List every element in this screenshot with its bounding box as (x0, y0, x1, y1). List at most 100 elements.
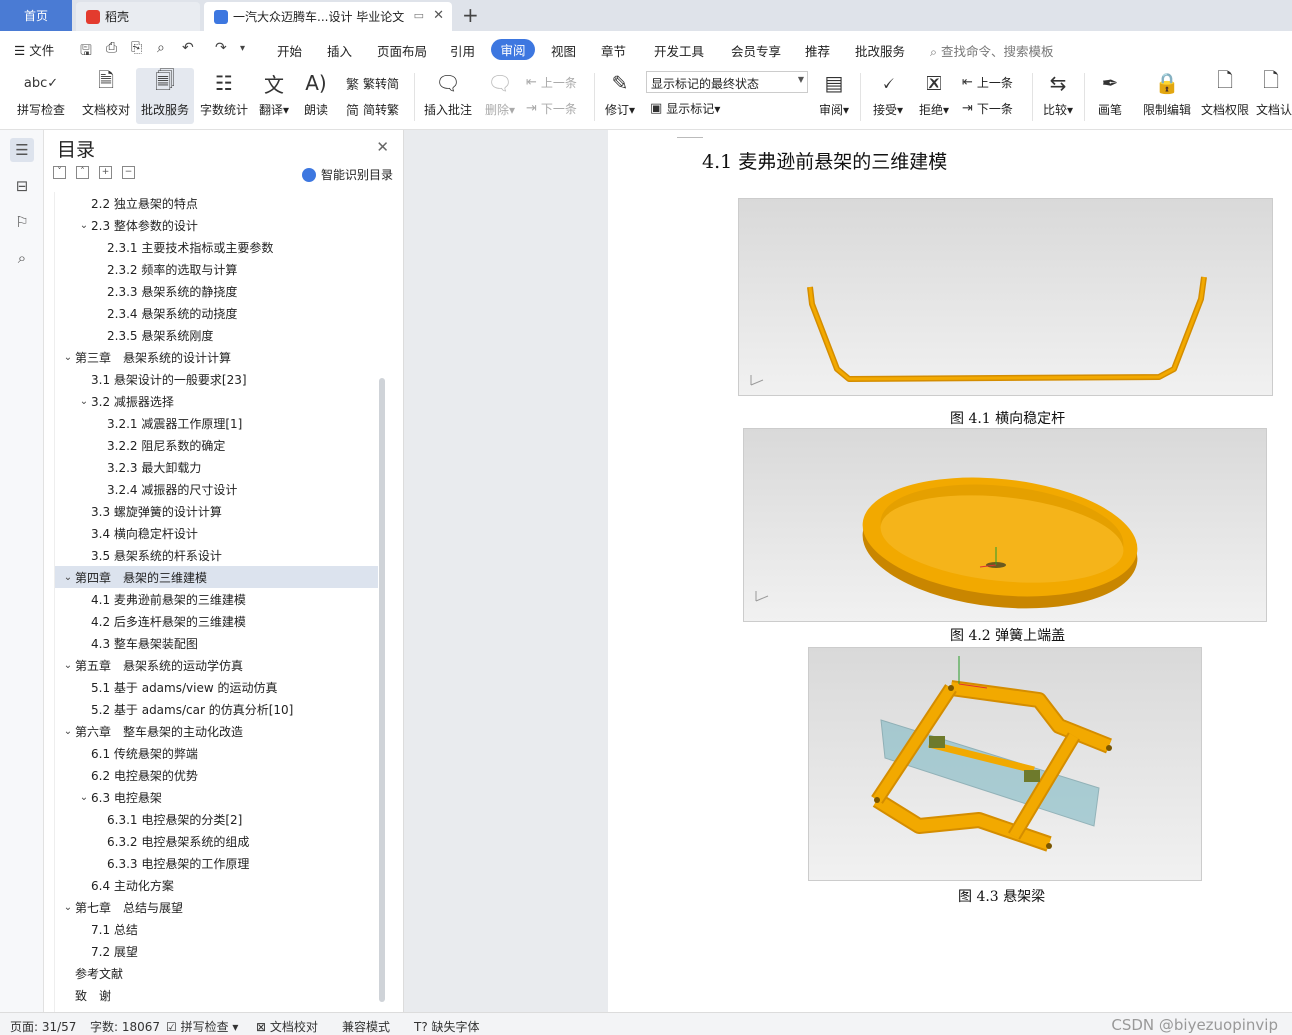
insert-comment-button[interactable]: 🗨 插入批注 (420, 68, 476, 124)
smart-toc-button[interactable]: 智能识别目录 (301, 166, 393, 183)
doc-proof-status[interactable]: ⊠ 文档校对 (256, 1018, 318, 1035)
tab-document[interactable]: 一汽大众迈腾车...设计 毕业论文 ▭ ✕ (204, 2, 452, 31)
redo-icon[interactable]: ↷ (215, 40, 227, 56)
missing-font-status[interactable]: T? 缺失字体 (414, 1018, 480, 1035)
menu-member[interactable]: 会员专享 (731, 41, 781, 60)
compare-button[interactable]: ⇆ 比较▾ (1038, 68, 1078, 124)
menu-recommend[interactable]: 推荐 (805, 41, 830, 60)
chapter-nav-icon[interactable]: ⊟ (10, 174, 34, 198)
toc-item[interactable]: 2.3.1 主要技术指标或主要参数 (55, 236, 378, 258)
toc-item[interactable]: 7.2 展望 (55, 940, 378, 962)
chevron-down-icon[interactable]: ⌄ (61, 352, 75, 363)
delete-comment-button[interactable]: 🗨 删除▾ (480, 68, 520, 124)
toc-item[interactable]: 6.3.2 电控悬架系统的组成 (55, 830, 378, 852)
close-icon[interactable]: ✕ (376, 138, 389, 156)
toc-item[interactable]: 6.1 传统悬架的弊端 (55, 742, 378, 764)
toc-item[interactable]: ⌄ 第三章 悬架系统的设计计算 (55, 346, 378, 368)
toc-item[interactable]: 5.1 基于 adams/view 的运动仿真 (55, 676, 378, 698)
prev-comment-button[interactable]: ⇤ 上一条 (526, 74, 577, 91)
save-icon[interactable]: 🖫 (80, 40, 92, 64)
toc-item[interactable]: ⌄ 第四章 悬架的三维建模 (55, 566, 378, 588)
reject-button[interactable]: 🗷 拒绝▾ (914, 68, 954, 124)
spell-check-status[interactable]: ☑ 拼写检查 ▾ (166, 1018, 238, 1035)
toc-item[interactable]: ⌄ 第七章 总结与展望 (55, 896, 378, 918)
chevron-down-icon[interactable]: ⌄ (77, 792, 91, 803)
simp-to-trad-button[interactable]: 简简转繁 (346, 100, 399, 119)
toc-item[interactable]: 2.2 独立悬架的特点 (55, 192, 378, 214)
export-icon[interactable]: ⎙ (106, 40, 117, 56)
pen-button[interactable]: ✒ 画笔 (1092, 68, 1128, 124)
toc-item[interactable]: 4.1 麦弗逊前悬架的三维建模 (55, 588, 378, 610)
toc-item[interactable]: 2.3.2 频率的选取与计算 (55, 258, 378, 280)
next-change-button[interactable]: ⇥ 下一条 (962, 100, 1013, 117)
spell-check-button[interactable]: abc✓ 拼写检查 (10, 68, 72, 124)
toc-item[interactable]: 7.1 总结 (55, 918, 378, 940)
toc-item[interactable]: ⌄ 2.3 整体参数的设计 (55, 214, 378, 236)
toc-item[interactable]: 3.2.1 减震器工作原理[1] (55, 412, 378, 434)
markup-state-select[interactable]: 显示标记的最终状态 ▼ (646, 71, 808, 93)
file-menu[interactable]: ☰ 文件 (14, 40, 54, 59)
remove-level-icon[interactable]: − (122, 166, 135, 179)
toc-item[interactable]: 6.3.1 电控悬架的分类[2] (55, 808, 378, 830)
command-search[interactable]: ⌕ 查找命令、搜索模板 (930, 41, 1054, 60)
toc-item[interactable]: 3.5 悬架系统的杆系设计 (55, 544, 378, 566)
chevron-down-icon[interactable]: ⌄ (61, 902, 75, 913)
tab-daoke[interactable]: 稻壳 (76, 2, 200, 31)
figure-suspension-beam[interactable] (808, 647, 1202, 881)
toc-item[interactable]: 6.3.3 电控悬架的工作原理 (55, 852, 378, 874)
page-indicator[interactable]: 页面: 31/57 (10, 1018, 76, 1035)
toc-item[interactable]: ⌄ 6.3 电控悬架 (55, 786, 378, 808)
toc-panel-icon[interactable]: ☰ (10, 138, 34, 162)
toc-scrollbar[interactable] (379, 378, 385, 1002)
prev-change-button[interactable]: ⇤ 上一条 (962, 74, 1013, 91)
toc-item[interactable]: 4.2 后多连杆悬架的三维建模 (55, 610, 378, 632)
toc-item[interactable]: 参考文献 (55, 962, 378, 984)
print-icon[interactable]: ⎘ (131, 40, 142, 56)
menu-section[interactable]: 章节 (601, 41, 626, 60)
translate-button[interactable]: 文 翻译▾ (254, 68, 294, 124)
trad-to-simp-button[interactable]: 繁繁转简 (346, 74, 399, 93)
toc-item[interactable]: 3.4 横向稳定杆设计 (55, 522, 378, 544)
word-count-status[interactable]: 字数: 18067 (90, 1018, 160, 1035)
toc-item[interactable]: ⌄ 3.2 减振器选择 (55, 390, 378, 412)
chevron-down-icon[interactable]: ⌄ (61, 726, 75, 737)
search-icon[interactable]: ⌕ (10, 246, 34, 270)
chevron-down-icon[interactable]: ⌄ (61, 660, 75, 671)
doc-permission-button[interactable]: 🗋 文档权限 (1198, 68, 1252, 124)
menu-reference[interactable]: 引用 (450, 41, 475, 60)
correct-service-button[interactable]: 🗐 批改服务 (136, 68, 194, 124)
toc-item[interactable]: ⌄ 第六章 整车悬架的主动化改造 (55, 720, 378, 742)
bookmark-icon[interactable]: ⚐ (10, 210, 34, 234)
show-markup-button[interactable]: ▣ 显示标记 ▾ (650, 100, 720, 117)
toc-item[interactable]: 3.2.2 阻尼系数的确定 (55, 434, 378, 456)
menu-start[interactable]: 开始 (277, 41, 302, 60)
restrict-edit-button[interactable]: 🔒 限制编辑 (1140, 68, 1194, 124)
doc-cert-button[interactable]: 🗋 文档认 (1256, 68, 1292, 124)
menu-correct[interactable]: 批改服务 (855, 41, 905, 60)
close-tab-icon[interactable]: ✕ (433, 8, 444, 23)
toc-item[interactable]: 4.3 整车悬架装配图 (55, 632, 378, 654)
undo-icon[interactable]: ↶ (182, 40, 194, 56)
toc-item[interactable]: 3.3 螺旋弹簧的设计计算 (55, 500, 378, 522)
figure-spring-cap[interactable] (743, 428, 1267, 622)
tab-home[interactable]: 首页 (0, 0, 72, 31)
review-pane-button[interactable]: ▤ 审阅▾ (816, 68, 852, 124)
figure-anti-roll-bar[interactable] (738, 198, 1273, 396)
menu-devtools[interactable]: 开发工具 (654, 41, 704, 60)
toc-item[interactable]: 6.2 电控悬架的优势 (55, 764, 378, 786)
toc-item[interactable]: 3.1 悬架设计的一般要求[23] (55, 368, 378, 390)
chevron-down-icon[interactable]: ⌄ (61, 572, 75, 583)
doc-proof-button[interactable]: 🗎 文档校对 (78, 68, 134, 124)
toc-item[interactable]: 致 谢 (55, 984, 378, 1006)
new-tab-button[interactable]: + (462, 3, 479, 27)
toc-item[interactable]: 5.2 基于 adams/car 的仿真分析[10] (55, 698, 378, 720)
revise-button[interactable]: ✎ 修订▾ (600, 68, 640, 124)
expand-up-icon[interactable]: ˄ (76, 166, 89, 179)
preview-icon[interactable]: ⌕ (157, 40, 165, 56)
toc-item[interactable]: 3.2.4 减振器的尺寸设计 (55, 478, 378, 500)
toc-item[interactable]: 2.3.4 悬架系统的动挠度 (55, 302, 378, 324)
chevron-down-icon[interactable]: ⌄ (77, 220, 91, 231)
add-level-icon[interactable]: + (99, 166, 112, 179)
read-aloud-button[interactable]: A) 朗读 (298, 68, 334, 124)
toc-item[interactable]: ⌄ 第五章 悬架系统的运动学仿真 (55, 654, 378, 676)
